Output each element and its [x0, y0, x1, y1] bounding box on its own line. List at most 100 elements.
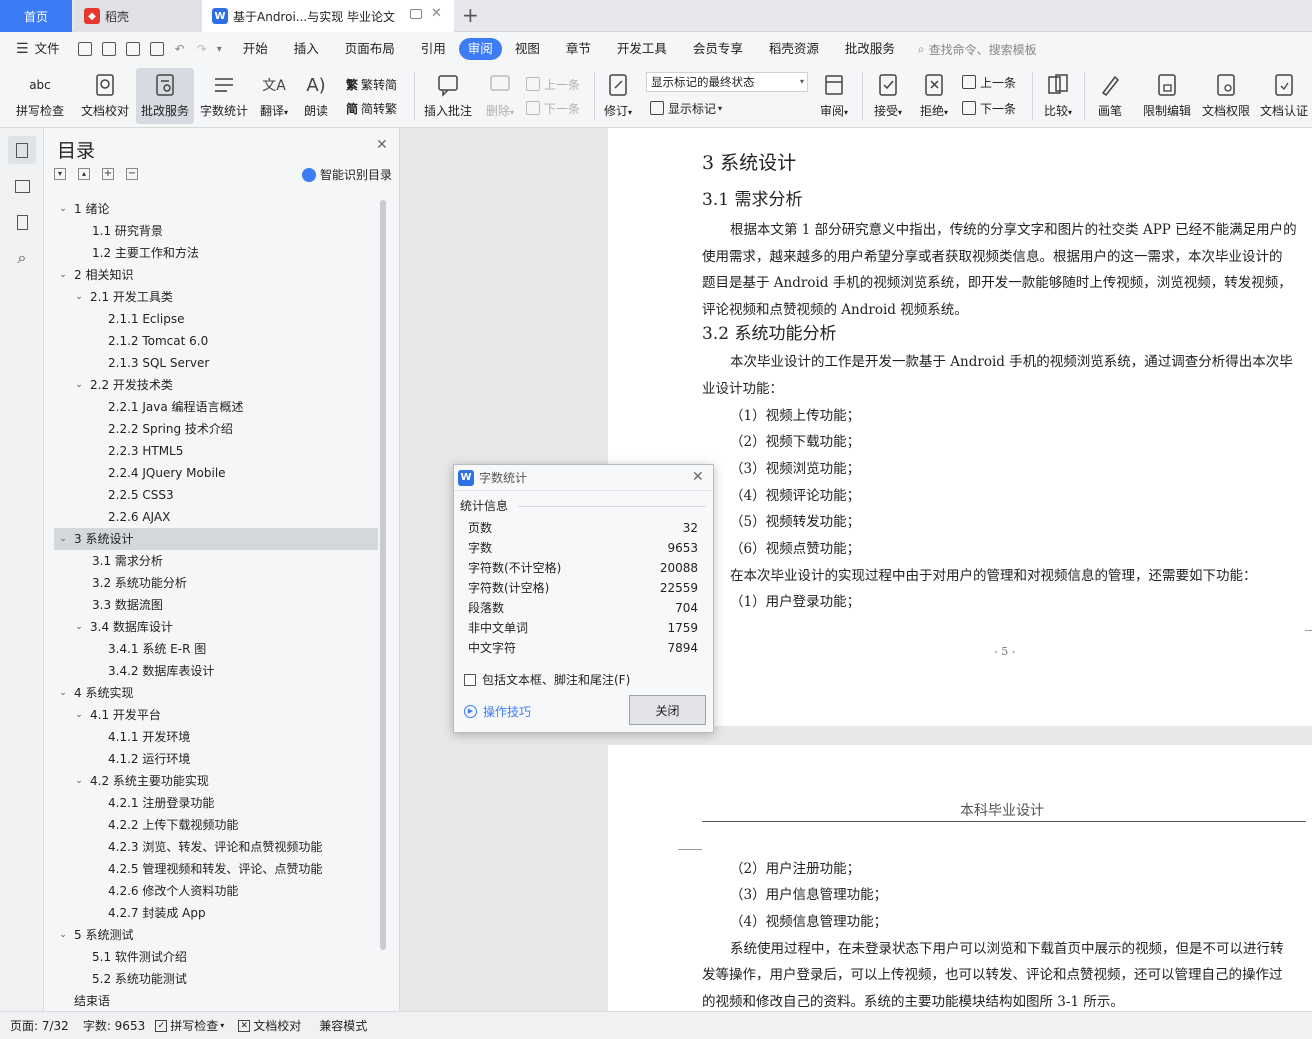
- compare-button[interactable]: 比较▾: [1038, 68, 1078, 124]
- toc-item[interactable]: 4.2.1 注册登录功能: [54, 792, 378, 814]
- toc-item[interactable]: 4.1.1 开发环境: [54, 726, 378, 748]
- smart-toc-button[interactable]: 智能识别目录: [302, 166, 392, 183]
- show-markup-button[interactable]: 显示标记 ▾: [650, 98, 722, 118]
- undo-icon[interactable]: ↶: [175, 42, 185, 56]
- read-aloud-button[interactable]: A) 朗读: [298, 68, 334, 124]
- trad-to-simp-button[interactable]: 繁繁转简: [346, 74, 397, 94]
- toc-panel-button[interactable]: [8, 136, 36, 164]
- word-count-indicator[interactable]: 字数: 9653: [83, 1017, 145, 1034]
- prev-change-button[interactable]: 上一条: [962, 72, 1016, 92]
- review-pane-button[interactable]: 审阅▾: [814, 68, 854, 124]
- chevron-down-icon[interactable]: ⌄: [72, 704, 86, 726]
- tab-home[interactable]: 首页: [0, 0, 72, 32]
- tips-link[interactable]: ▶ 操作技巧: [464, 703, 531, 720]
- new-tab-button[interactable]: +: [462, 3, 479, 27]
- find-button[interactable]: ⌕: [8, 244, 36, 272]
- toc-item[interactable]: ⌄ 1 绪论: [54, 198, 378, 220]
- toc-item[interactable]: 4.2.6 修改个人资料功能: [54, 880, 378, 902]
- hamburger-icon[interactable]: ☰: [16, 41, 29, 57]
- toc-item[interactable]: 3.4.2 数据库表设计: [54, 660, 378, 682]
- spell-check-status[interactable]: ✓ 拼写检查 ▾: [155, 1017, 224, 1034]
- chevron-down-icon[interactable]: ⌄: [72, 374, 86, 396]
- accept-button[interactable]: 接受▾: [868, 68, 908, 124]
- restrict-edit-button[interactable]: 限制编辑: [1138, 68, 1196, 124]
- menu-item-2[interactable]: 页面布局: [332, 38, 408, 60]
- menu-item-6[interactable]: 章节: [553, 38, 604, 60]
- tab-document[interactable]: W 基于Androi...与实现 毕业论文 ✕: [202, 0, 454, 32]
- toc-item[interactable]: 3.3 数据流图: [54, 594, 378, 616]
- reject-button[interactable]: 拒绝▾: [914, 68, 954, 124]
- chevron-down-icon[interactable]: ⌄: [72, 616, 86, 638]
- print-preview-icon[interactable]: [149, 42, 164, 56]
- dialog-titlebar[interactable]: W 字数统计 ✕: [454, 465, 713, 491]
- next-change-button[interactable]: 下一条: [962, 98, 1016, 118]
- translate-button[interactable]: 文A 翻译▾: [254, 68, 294, 124]
- delete-comment-button[interactable]: 删除▾: [480, 68, 520, 124]
- nav-button[interactable]: [8, 172, 36, 200]
- markup-mode-select[interactable]: 显示标记的最终状态 ▾: [646, 72, 808, 92]
- menu-item-7[interactable]: 开发工具: [604, 38, 680, 60]
- proofread-button[interactable]: 文档校对: [76, 68, 134, 124]
- grading-service-button[interactable]: 批改服务: [136, 68, 194, 124]
- proofread-status[interactable]: ✕ 文档校对: [238, 1017, 301, 1034]
- close-panel-icon[interactable]: ✕: [376, 137, 388, 153]
- dialog-close-icon[interactable]: ✕: [692, 469, 704, 485]
- toc-item[interactable]: 3.1 需求分析: [54, 550, 378, 572]
- spell-check-button[interactable]: abc 拼写检查: [8, 68, 72, 124]
- toc-item[interactable]: 1.1 研究背景: [54, 220, 378, 242]
- export-icon[interactable]: [101, 42, 116, 56]
- include-textbox-checkbox[interactable]: 包括文本框、脚注和尾注(F): [464, 671, 630, 688]
- window-icon[interactable]: [410, 9, 422, 19]
- menu-item-4[interactable]: 审阅: [458, 38, 502, 60]
- toc-item[interactable]: 5.2 系统功能测试: [54, 968, 378, 990]
- menu-item-8[interactable]: 会员专享: [680, 38, 756, 60]
- toc-item[interactable]: 2.2.6 AJAX: [54, 506, 378, 528]
- tab-docer[interactable]: ◆ 稻壳: [74, 0, 202, 32]
- toc-item[interactable]: 2.1.3 SQL Server: [54, 352, 378, 374]
- toc-item[interactable]: ⌄ 3.4 数据库设计: [54, 616, 378, 638]
- chevron-down-icon[interactable]: ⌄: [56, 682, 70, 704]
- menu-item-0[interactable]: 开始: [230, 38, 281, 60]
- toc-item[interactable]: 5.1 软件测试介绍: [54, 946, 378, 968]
- add-heading-icon[interactable]: +: [102, 168, 114, 180]
- doc-auth-button[interactable]: 文档认证: [1256, 68, 1312, 124]
- next-comment-button[interactable]: 下一条: [526, 98, 580, 118]
- remove-heading-icon[interactable]: −: [126, 168, 138, 180]
- toc-item[interactable]: 4.2.7 封装成 App: [54, 902, 378, 924]
- toc-item[interactable]: 2.2.5 CSS3: [54, 484, 378, 506]
- toc-item[interactable]: ⌄ 2 相关知识: [54, 264, 378, 286]
- menu-item-1[interactable]: 插入: [281, 38, 332, 60]
- track-changes-button[interactable]: 修订▾: [600, 68, 636, 124]
- pen-button[interactable]: 画笔: [1090, 68, 1130, 124]
- save-icon[interactable]: [77, 42, 92, 56]
- command-search[interactable]: ⌕ 查找命令、搜索模板: [918, 41, 1037, 58]
- toc-item[interactable]: 2.2.4 JQuery Mobile: [54, 462, 378, 484]
- menu-item-9[interactable]: 稻壳资源: [756, 38, 832, 60]
- insert-comment-button[interactable]: 插入批注: [420, 68, 476, 124]
- toc-item[interactable]: 4.2.2 上传下载视频功能: [54, 814, 378, 836]
- chevron-down-icon[interactable]: ⌄: [56, 924, 70, 946]
- menu-item-5[interactable]: 视图: [502, 38, 553, 60]
- toc-item[interactable]: ⌄ 4.1 开发平台: [54, 704, 378, 726]
- toc-scrollbar[interactable]: [380, 200, 386, 950]
- toc-item[interactable]: ⌄ 5 系统测试: [54, 924, 378, 946]
- toc-item[interactable]: ⌄ 3 系统设计: [54, 528, 378, 550]
- toc-item[interactable]: ⌄ 2.1 开发工具类: [54, 286, 378, 308]
- toc-item[interactable]: 结束语: [54, 990, 378, 1008]
- toc-item[interactable]: ⌄ 4.2 系统主要功能实现: [54, 770, 378, 792]
- bookmark-button[interactable]: [8, 208, 36, 236]
- toc-item[interactable]: 4.2.5 管理视频和转发、评论、点赞功能: [54, 858, 378, 880]
- more-dropdown-icon[interactable]: ▾: [217, 44, 222, 55]
- print-icon[interactable]: [125, 42, 140, 56]
- simp-to-trad-button[interactable]: 简简转繁: [346, 98, 397, 118]
- chevron-down-icon[interactable]: ⌄: [72, 286, 86, 308]
- toc-item[interactable]: 4.1.2 运行环境: [54, 748, 378, 770]
- toc-item[interactable]: 2.1.2 Tomcat 6.0: [54, 330, 378, 352]
- close-button[interactable]: 关闭: [629, 695, 706, 725]
- toc-item[interactable]: 2.2.1 Java 编程语言概述: [54, 396, 378, 418]
- menu-file[interactable]: 文件: [29, 38, 73, 60]
- toc-item[interactable]: 4.2.3 浏览、转发、评论和点赞视频功能: [54, 836, 378, 858]
- toc-item[interactable]: 2.2.2 Spring 技术介绍: [54, 418, 378, 440]
- toc-item[interactable]: 3.4.1 系统 E-R 图: [54, 638, 378, 660]
- menu-item-3[interactable]: 引用: [408, 38, 459, 60]
